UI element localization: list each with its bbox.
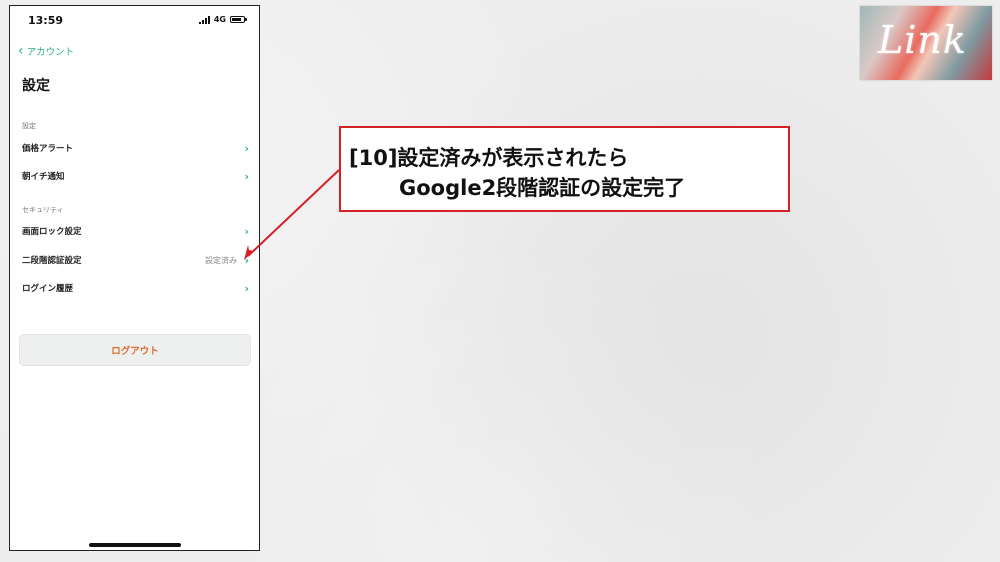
chevron-right-icon: › (244, 141, 249, 155)
row-label: 価格アラート (22, 144, 74, 154)
home-indicator (89, 543, 181, 547)
two-factor-status: 設定済み (205, 255, 237, 265)
chevron-right-icon: › (244, 253, 249, 267)
chevron-right-icon: › (244, 281, 249, 295)
signal-icon (198, 15, 210, 24)
chevron-right-icon: › (244, 169, 249, 183)
status-time: 13:59 (28, 14, 64, 27)
logout-button[interactable]: ログアウト (19, 334, 251, 366)
page-title: 設定 (22, 78, 50, 94)
annotation-callout: [10]設定済みが表示されたら Google2段階認証の設定完了 (339, 126, 790, 212)
row-login-history[interactable]: ログイン履歴 › (10, 276, 259, 300)
annotation-line-2: Google2段階認証の設定完了 (399, 176, 686, 200)
back-button[interactable]: ‹ アカウント (18, 44, 74, 58)
row-morning-notification[interactable]: 朝イチ通知 › (10, 164, 259, 188)
section-header-settings: 設定 (22, 122, 36, 130)
back-label: アカウント (26, 47, 75, 58)
row-screen-lock[interactable]: 画面ロック設定 › (10, 219, 259, 243)
row-label: 朝イチ通知 (22, 172, 65, 182)
row-label: ログイン履歴 (22, 284, 74, 294)
annotation-line-1: [10]設定済みが表示されたら (349, 146, 629, 170)
network-label: 4G (213, 15, 226, 24)
status-indicators: 4G (198, 15, 247, 24)
status-bar: 13:59 4G (10, 6, 259, 34)
chevron-right-icon: › (244, 224, 249, 238)
chevron-left-icon: ‹ (18, 43, 24, 59)
row-price-alert[interactable]: 価格アラート › (10, 136, 259, 160)
logo-text: Link (878, 18, 967, 62)
row-label: 画面ロック設定 (22, 227, 82, 237)
battery-icon (230, 16, 247, 23)
row-two-factor[interactable]: 二段階認証設定 設定済み › (10, 248, 259, 272)
section-header-security: セキュリティ (22, 206, 64, 214)
link-logo: Link (860, 6, 992, 80)
row-label: 二段階認証設定 (22, 256, 82, 266)
phone-screen: 13:59 4G ‹ アカウント 設定 設定 価格アラート › 朝イチ通知 › … (9, 5, 260, 551)
